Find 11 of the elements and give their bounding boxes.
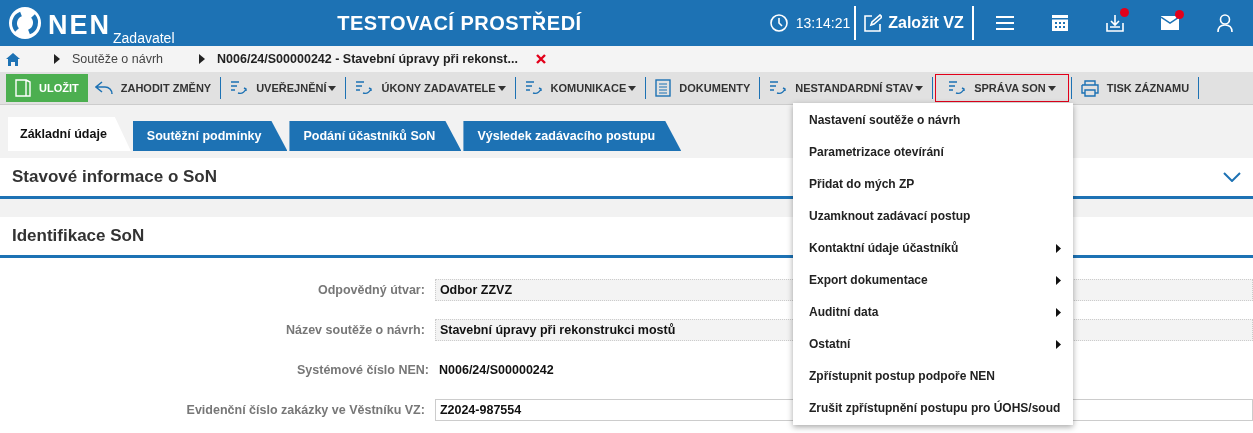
field-label: Evidenční číslo zakázky ve Věstníku VZ:: [185, 403, 426, 417]
logo-subtitle: Zadavatel: [113, 30, 175, 46]
environment-title: TESTOVACÍ PROSTŘEDÍ: [337, 11, 583, 35]
section-title: Stavové informace o SoN: [12, 167, 217, 187]
clock-time: 13:14:21: [795, 15, 851, 31]
logo-text: NEN: [48, 10, 111, 40]
field-value: N006/24/S00000242: [439, 363, 554, 377]
field-label: Systémové číslo NEN:: [296, 363, 430, 377]
section-title: Identifikace SoN: [12, 226, 145, 246]
field-label: Název soutěže o návrh:: [284, 323, 426, 337]
field-label: Odpovědný útvar:: [316, 283, 426, 297]
